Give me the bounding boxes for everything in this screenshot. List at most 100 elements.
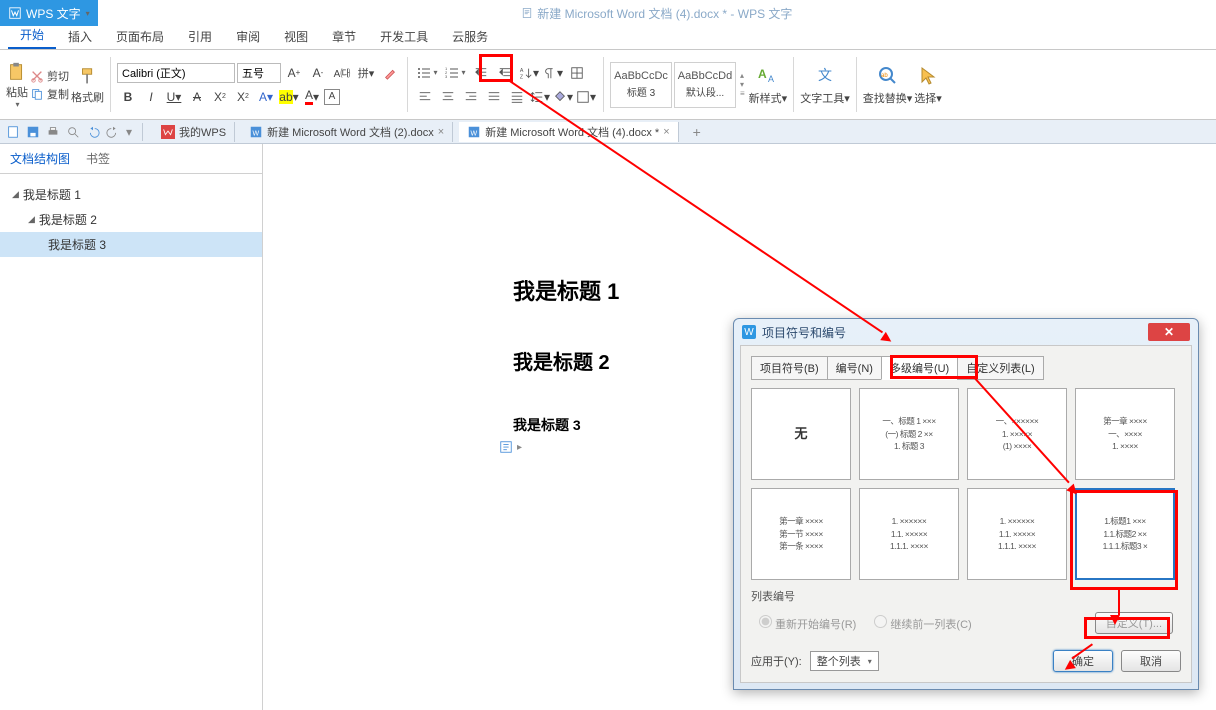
new-style-button[interactable]: AA 新样式▾ — [749, 64, 788, 106]
styles-gallery[interactable]: AaBbCcDc 标题 3 AaBbCcDd 默认段... ▴▾≡ — [610, 62, 747, 108]
doc2-tab[interactable]: W 新建 Microsoft Word 文档 (2).docx × — [241, 122, 453, 142]
styles-expand-button[interactable]: ▴▾≡ — [738, 62, 747, 108]
align-right-button[interactable] — [460, 87, 482, 107]
tab-customlist[interactable]: 自定义列表(L) — [957, 356, 1043, 380]
text-effect-button[interactable]: A▾ — [255, 87, 277, 107]
grid-r2c1[interactable]: 第一章 ××××第一节 ××××第一条 ×××× — [751, 488, 851, 580]
tab-review[interactable]: 审阅 — [224, 24, 272, 49]
ribbon: 粘贴▾ 剪切 复制 格式刷 A+ A- A㈐ 拼▾ B I U▾ A X2 X2… — [0, 50, 1216, 120]
dialog-close-button[interactable]: ✕ — [1148, 323, 1190, 341]
apply-to-combo[interactable]: 整个列表▾ — [810, 651, 879, 671]
new-tab-button[interactable]: + — [685, 124, 709, 140]
style-heading3[interactable]: AaBbCcDc 标题 3 — [610, 62, 672, 108]
bookmark-tab[interactable]: 书签 — [86, 150, 110, 167]
increase-font-button[interactable]: A+ — [283, 63, 305, 83]
new-icon[interactable] — [6, 125, 20, 139]
outline-item-3[interactable]: 我是标题 3 — [0, 232, 262, 257]
border-button[interactable]: ▾ — [575, 87, 597, 107]
tab-reference[interactable]: 引用 — [176, 24, 224, 49]
tab-home[interactable]: 开始 — [8, 22, 56, 49]
shading-button[interactable]: ▾ — [552, 87, 574, 107]
align-center-button[interactable] — [437, 87, 459, 107]
font-size-select[interactable] — [237, 63, 281, 83]
bullet-list-button[interactable]: ▾ — [414, 63, 440, 83]
undo-icon[interactable] — [86, 125, 100, 139]
decrease-font-button[interactable]: A- — [307, 63, 329, 83]
grid-none[interactable]: 无 — [751, 388, 851, 480]
grid-r2c3[interactable]: 1. ××××××1.1. ×××××1.1.1. ×××× — [967, 488, 1067, 580]
chevron-down-icon: ▾ — [86, 9, 90, 18]
font-family-select[interactable] — [117, 63, 235, 83]
char-border-button[interactable]: A — [324, 89, 340, 105]
tab-pagelayout[interactable]: 页面布局 — [104, 24, 176, 49]
numbered-list-button[interactable]: 123▾ — [442, 63, 468, 83]
font-color-button[interactable]: A▾ — [301, 87, 323, 107]
find-replace-button[interactable]: ab 查找替换▾ — [863, 64, 913, 106]
preview-icon[interactable] — [66, 125, 80, 139]
print-icon[interactable] — [46, 125, 60, 139]
strike-button[interactable]: A — [186, 87, 208, 107]
subscript-button[interactable]: X2 — [232, 87, 254, 107]
superscript-button[interactable]: X2 — [209, 87, 231, 107]
tab-multilevel[interactable]: 多级编号(U) — [881, 356, 958, 380]
redo-icon[interactable] — [106, 125, 120, 139]
line-spacing-button[interactable]: ▾ — [529, 87, 551, 107]
close-icon[interactable]: × — [438, 126, 444, 138]
show-marks-button[interactable]: ▾ — [542, 63, 564, 83]
align-left-button[interactable] — [414, 87, 436, 107]
decrease-indent-button[interactable] — [470, 63, 492, 83]
dialog-title: 项目符号和编号 — [762, 324, 846, 341]
grid-r1c3[interactable]: 一、×××××× 1. ××××× (1) ×××× — [967, 388, 1067, 480]
title-bar: WPS 文字 ▾ 新建 Microsoft Word 文档 (4).docx *… — [0, 0, 1216, 26]
format-painter-button[interactable]: 格式刷 — [71, 65, 104, 105]
highlight-button[interactable]: ab▾ — [278, 87, 300, 107]
wps-icon: W — [742, 325, 756, 339]
italic-button[interactable]: I — [140, 87, 162, 107]
distribute-button[interactable] — [506, 87, 528, 107]
cut-button[interactable]: 剪切 — [30, 68, 69, 84]
tab-bullets[interactable]: 项目符号(B) — [751, 356, 828, 380]
grid-r2c2[interactable]: 1. ××××××1.1. ×××××1.1.1. ×××× — [859, 488, 959, 580]
outline-tab[interactable]: 文档结构图 — [10, 150, 70, 167]
clipboard-small: 剪切 复制 — [30, 68, 69, 102]
wps-name: WPS 文字 — [26, 5, 81, 22]
style-default[interactable]: AaBbCcDd 默认段... — [674, 62, 736, 108]
increase-indent-button[interactable] — [494, 63, 516, 83]
dialog-titlebar[interactable]: W 项目符号和编号 ✕ — [734, 319, 1198, 345]
paste-button[interactable]: 粘贴▾ — [6, 60, 28, 109]
grid-r1c2[interactable]: 一、标题 1 ×××(一) 标题 2 ×× 1. 标题 3 — [859, 388, 959, 480]
ok-button[interactable]: 确定 — [1053, 650, 1113, 672]
outline-item-1[interactable]: ◢我是标题 1 — [0, 182, 262, 207]
grid-r2c4-selected[interactable]: 1.标题1 ×××1.1.标题2 ××1.1.1.标题3 × — [1075, 488, 1175, 580]
tab-chapter[interactable]: 章节 — [320, 24, 368, 49]
tab-view[interactable]: 视图 — [272, 24, 320, 49]
radio-continue[interactable]: 继续前一列表(C) — [874, 615, 971, 632]
cancel-button[interactable]: 取消 — [1121, 650, 1181, 672]
phonetic-button[interactable]: A㈐ — [331, 63, 353, 83]
bold-button[interactable]: B — [117, 87, 139, 107]
doc4-tab[interactable]: W 新建 Microsoft Word 文档 (4).docx * × — [459, 122, 678, 142]
custom-button[interactable]: 自定义(T)... — [1095, 612, 1173, 634]
tab-devtools[interactable]: 开发工具 — [368, 24, 440, 49]
borders-button[interactable] — [566, 63, 588, 83]
mywps-tab[interactable]: 我的WPS — [153, 122, 235, 142]
outline-item-2[interactable]: ◢我是标题 2 — [0, 207, 262, 232]
radio-restart[interactable]: 重新开始编号(R) — [759, 615, 856, 632]
svg-text:W: W — [471, 130, 478, 137]
close-icon[interactable]: × — [663, 126, 669, 138]
sort-button[interactable]: AZ▾ — [518, 63, 540, 83]
select-button[interactable]: 选择▾ — [914, 64, 942, 106]
underline-button[interactable]: U▾ — [163, 87, 185, 107]
tab-numbers[interactable]: 编号(N) — [827, 356, 882, 380]
grid-r1c4[interactable]: 第一章 ×××× 一、×××× 1. ×××× — [1075, 388, 1175, 480]
tab-cloud[interactable]: 云服务 — [440, 24, 500, 49]
save-icon[interactable] — [26, 125, 40, 139]
tab-insert[interactable]: 插入 — [56, 24, 104, 49]
clear-format-button[interactable] — [379, 63, 401, 83]
align-justify-button[interactable] — [483, 87, 505, 107]
heading-1[interactable]: 我是标题 1 — [513, 274, 1216, 306]
copy-button[interactable]: 复制 — [30, 86, 69, 102]
svg-text:3: 3 — [445, 74, 448, 79]
text-tools-button[interactable]: 文 文字工具▾ — [800, 64, 850, 106]
change-case-button[interactable]: 拼▾ — [355, 63, 377, 83]
